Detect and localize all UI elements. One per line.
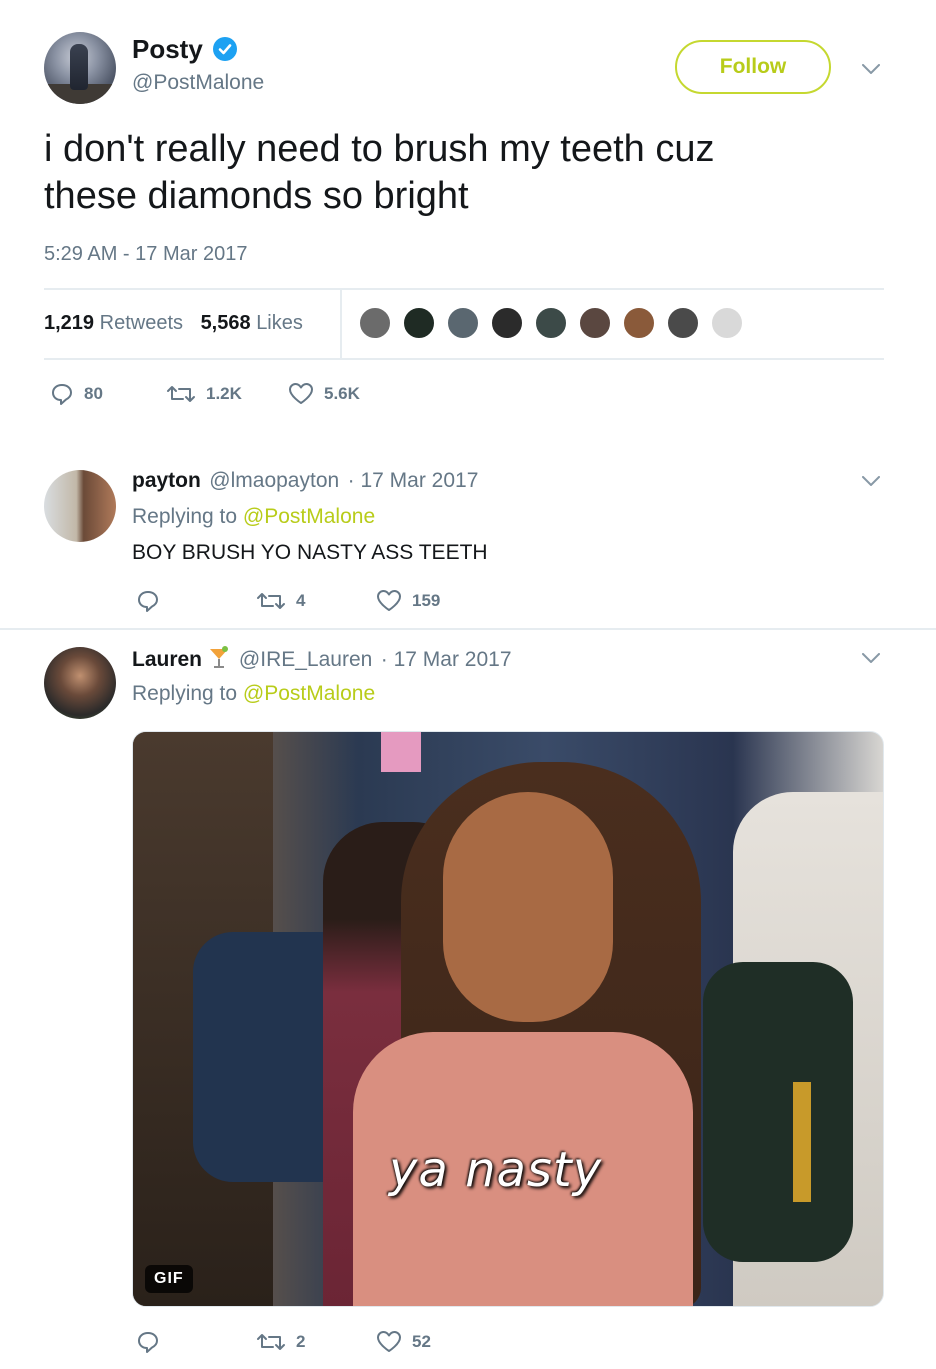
- gif-scene-backpack: [703, 962, 853, 1262]
- author-block: Posty @PostMalone: [132, 34, 264, 95]
- avatar-figure: [70, 44, 88, 90]
- liker-avatar[interactable]: [534, 306, 568, 340]
- divider: [0, 628, 936, 630]
- reply-author-name[interactable]: Lauren: [132, 648, 202, 671]
- liker-avatar[interactable]: [622, 306, 656, 340]
- reply-author-name[interactable]: payton: [132, 469, 201, 492]
- gif-scene-backpack-stripe: [793, 1082, 811, 1202]
- retweet-icon: [257, 593, 285, 609]
- replying-to: Replying to @PostMalone: [132, 682, 375, 706]
- like-action[interactable]: 52: [376, 1330, 431, 1354]
- tweet-text-line: these diamonds so bright: [44, 175, 469, 217]
- like-action[interactable]: 5.6K: [288, 382, 360, 406]
- author-handle[interactable]: @PostMalone: [132, 71, 264, 95]
- reply-icon: [52, 384, 72, 405]
- liker-avatar[interactable]: [358, 306, 392, 340]
- reply-date[interactable]: · 17 Mar 2017: [381, 648, 512, 671]
- stats-divider: [340, 290, 342, 358]
- follow-button[interactable]: Follow: [675, 40, 831, 94]
- like-count: 159: [412, 591, 441, 610]
- likes-label: Likes: [256, 312, 303, 334]
- payton-avatar[interactable]: [44, 470, 116, 542]
- liker-avatar[interactable]: [446, 306, 480, 340]
- gif-caption: ya nasty: [389, 1142, 603, 1198]
- liker-avatar[interactable]: [490, 306, 524, 340]
- lauren-avatar[interactable]: [44, 647, 116, 719]
- cocktail-emoji-icon: [210, 646, 229, 668]
- tweet-timestamp[interactable]: 5:29 AM - 17 Mar 2017: [44, 243, 247, 266]
- liker-avatar[interactable]: [402, 306, 436, 340]
- reply-date[interactable]: · 17 Mar 2017: [348, 469, 479, 492]
- like-action[interactable]: 159: [376, 589, 440, 613]
- chevron-down-icon[interactable]: [862, 653, 880, 663]
- likes-count: 5,568: [200, 312, 251, 334]
- retweets-count: 1,219: [44, 312, 95, 334]
- liker-avatar[interactable]: [710, 306, 744, 340]
- liker-avatar[interactable]: [578, 306, 612, 340]
- replying-prefix: Replying to: [132, 682, 238, 705]
- retweet-action[interactable]: 2: [256, 1330, 305, 1354]
- posty-avatar[interactable]: [44, 32, 116, 104]
- chevron-down-icon[interactable]: [862, 64, 880, 74]
- reply-count: 80: [84, 384, 103, 403]
- retweet-icon: [257, 1334, 285, 1350]
- retweets-label: Retweets: [99, 312, 183, 334]
- tweet-text-line: i don't really need to brush my teeth cu…: [44, 128, 715, 170]
- retweet-count: 4: [296, 591, 306, 610]
- tweet-stats: 1,219 Retweets 5,568 Likes: [44, 312, 303, 335]
- reply-action[interactable]: [136, 1330, 170, 1354]
- reply-header: payton @lmaopayton · 17 Mar 2017: [132, 469, 478, 493]
- retweet-action[interactable]: 4: [256, 589, 305, 613]
- like-count: 52: [412, 1332, 431, 1351]
- reply-header: Lauren @IRE_Lauren · 17 Mar 2017: [132, 646, 512, 672]
- author-name[interactable]: Posty: [132, 34, 203, 64]
- gif-badge: GIF: [145, 1265, 193, 1293]
- reply-author-handle[interactable]: @lmaopayton: [209, 469, 339, 492]
- replying-mention[interactable]: @PostMalone: [243, 682, 375, 705]
- divider: [44, 288, 884, 290]
- replying-to: Replying to @PostMalone: [132, 505, 375, 529]
- retweet-count: 2: [296, 1332, 306, 1351]
- tweet-text: i don't really need to brush my teeth cu…: [44, 126, 864, 220]
- heart-icon: [377, 590, 401, 611]
- gif-media[interactable]: ya nasty GIF: [132, 731, 884, 1307]
- reply-author-handle[interactable]: @IRE_Lauren: [239, 648, 372, 671]
- liker-avatar[interactable]: [666, 306, 700, 340]
- like-count: 5.6K: [324, 384, 360, 403]
- gif-scene-main-person-face: [443, 792, 613, 1022]
- replying-prefix: Replying to: [132, 505, 238, 528]
- retweet-count: 1.2K: [206, 384, 242, 403]
- likes-stat[interactable]: 5,568 Likes: [201, 312, 303, 334]
- verified-badge-icon: [213, 37, 238, 61]
- heart-icon: [377, 1331, 401, 1352]
- heart-icon: [289, 383, 313, 404]
- gif-scene-note: [381, 732, 421, 772]
- replying-mention[interactable]: @PostMalone: [243, 505, 375, 528]
- reply-icon: [138, 591, 158, 612]
- retweet-action[interactable]: 1.2K: [166, 382, 242, 406]
- reply-text: BOY BRUSH YO NASTY ASS TEETH: [132, 541, 488, 564]
- reply-action[interactable]: [136, 589, 170, 613]
- divider: [44, 358, 884, 360]
- retweets-stat[interactable]: 1,219 Retweets: [44, 312, 183, 334]
- reply-action[interactable]: 80: [50, 382, 103, 406]
- chevron-down-icon[interactable]: [862, 476, 880, 486]
- reply-icon: [138, 1332, 158, 1353]
- retweet-icon: [167, 386, 195, 402]
